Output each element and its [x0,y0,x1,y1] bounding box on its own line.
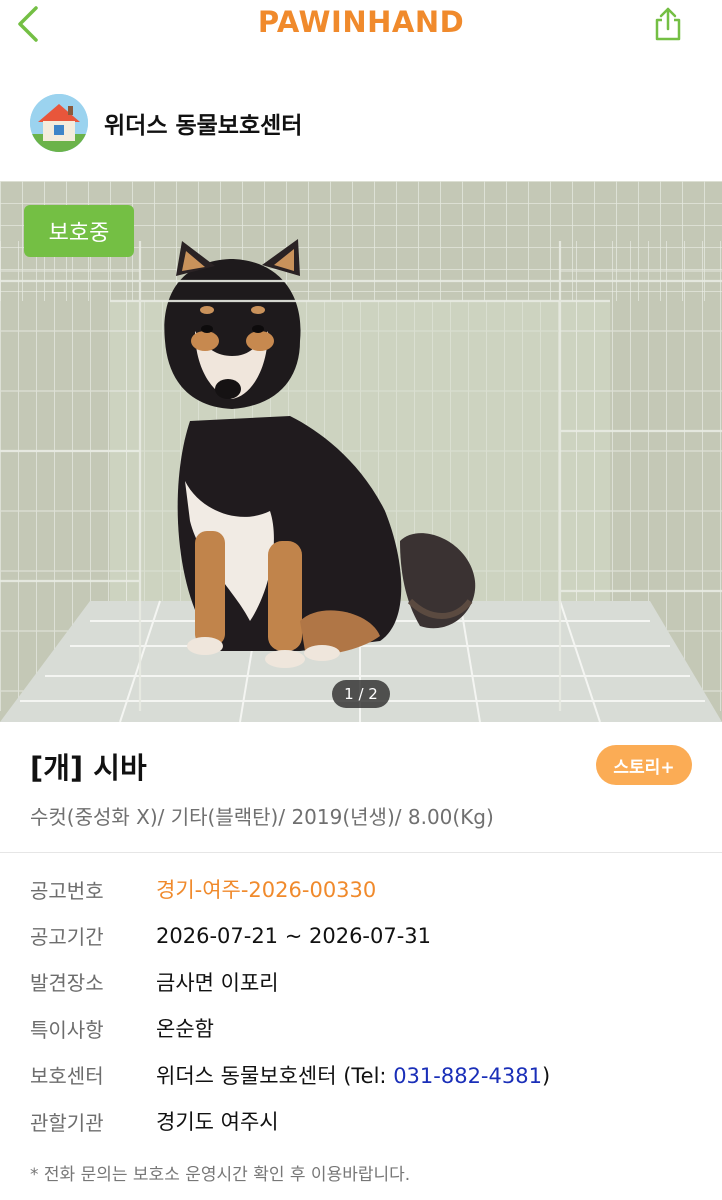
share-icon [655,7,681,41]
detail-label: 발견장소 [30,971,104,996]
jurisdiction-value: 경기도 여주시 [156,1110,279,1135]
detail-label: 특이사항 [30,1017,104,1042]
shelter-name: 위더스 동물보호센터 [104,113,303,139]
special-note-value: 온순함 [156,1017,214,1042]
photo-page-indicator: 1 / 2 [332,680,390,708]
notice-number-value: 경기-여주-2026-00330 [156,878,377,903]
shelter-header[interactable]: 위더스 동물보호센터 [30,93,302,153]
section-divider [0,852,722,853]
shelter-center-prefix: 위더스 동물보호센터 (Tel: [156,1063,394,1088]
dog-photo [0,181,722,722]
detail-label: 관할기관 [30,1110,104,1135]
share-button[interactable] [648,4,688,44]
detail-row-notice-period: 공고기간 2026-07-21 ~ 2026-07-31 [30,912,710,958]
shelter-center-value: 위더스 동물보호센터 (Tel: 031-882-4381) [156,1060,550,1090]
found-place-value: 금사면 이포리 [156,970,279,995]
detail-row-notice-number: 공고번호 경기-여주-2026-00330 [30,866,710,912]
detail-label: 공고번호 [30,878,104,903]
app-brand-logo: PAWINHAND [257,5,465,39]
phone-inquiry-notice: * 전화 문의는 보호소 운영시간 확인 후 이용바랍니다. [30,1165,411,1185]
detail-row-special-note: 특이사항 온순함 [30,1005,710,1051]
shelter-avatar [30,94,88,152]
animal-details-list: 공고번호 경기-여주-2026-00330 공고기간 2026-07-21 ~ … [30,866,710,1144]
top-navigation-bar: PAWINHAND [0,0,722,50]
detail-row-jurisdiction: 관할기관 경기도 여주시 [30,1098,710,1144]
animal-summary: 수컷(중성화 X)/ 기타(블랙탄)/ 2019(년생)/ 8.00(Kg) [30,805,494,829]
animal-photo-carousel[interactable]: 보호중 1 / 2 [0,181,722,722]
detail-row-found-place: 발견장소 금사면 이포리 [30,959,710,1005]
detail-label: 공고기간 [30,925,104,950]
phone-link[interactable]: 031-882-4381 [393,1064,542,1088]
shelter-center-suffix: ) [541,1063,551,1088]
notice-period-value: 2026-07-21 ~ 2026-07-31 [156,923,432,948]
story-button[interactable]: 스토리+ [596,745,692,785]
status-badge: 보호중 [24,205,134,257]
detail-row-shelter-center: 보호센터 위더스 동물보호센터 (Tel: 031-882-4381) [30,1052,710,1098]
house-icon [30,94,88,152]
detail-label: 보호센터 [30,1064,104,1089]
animal-title: [개] 시바 [30,751,147,785]
